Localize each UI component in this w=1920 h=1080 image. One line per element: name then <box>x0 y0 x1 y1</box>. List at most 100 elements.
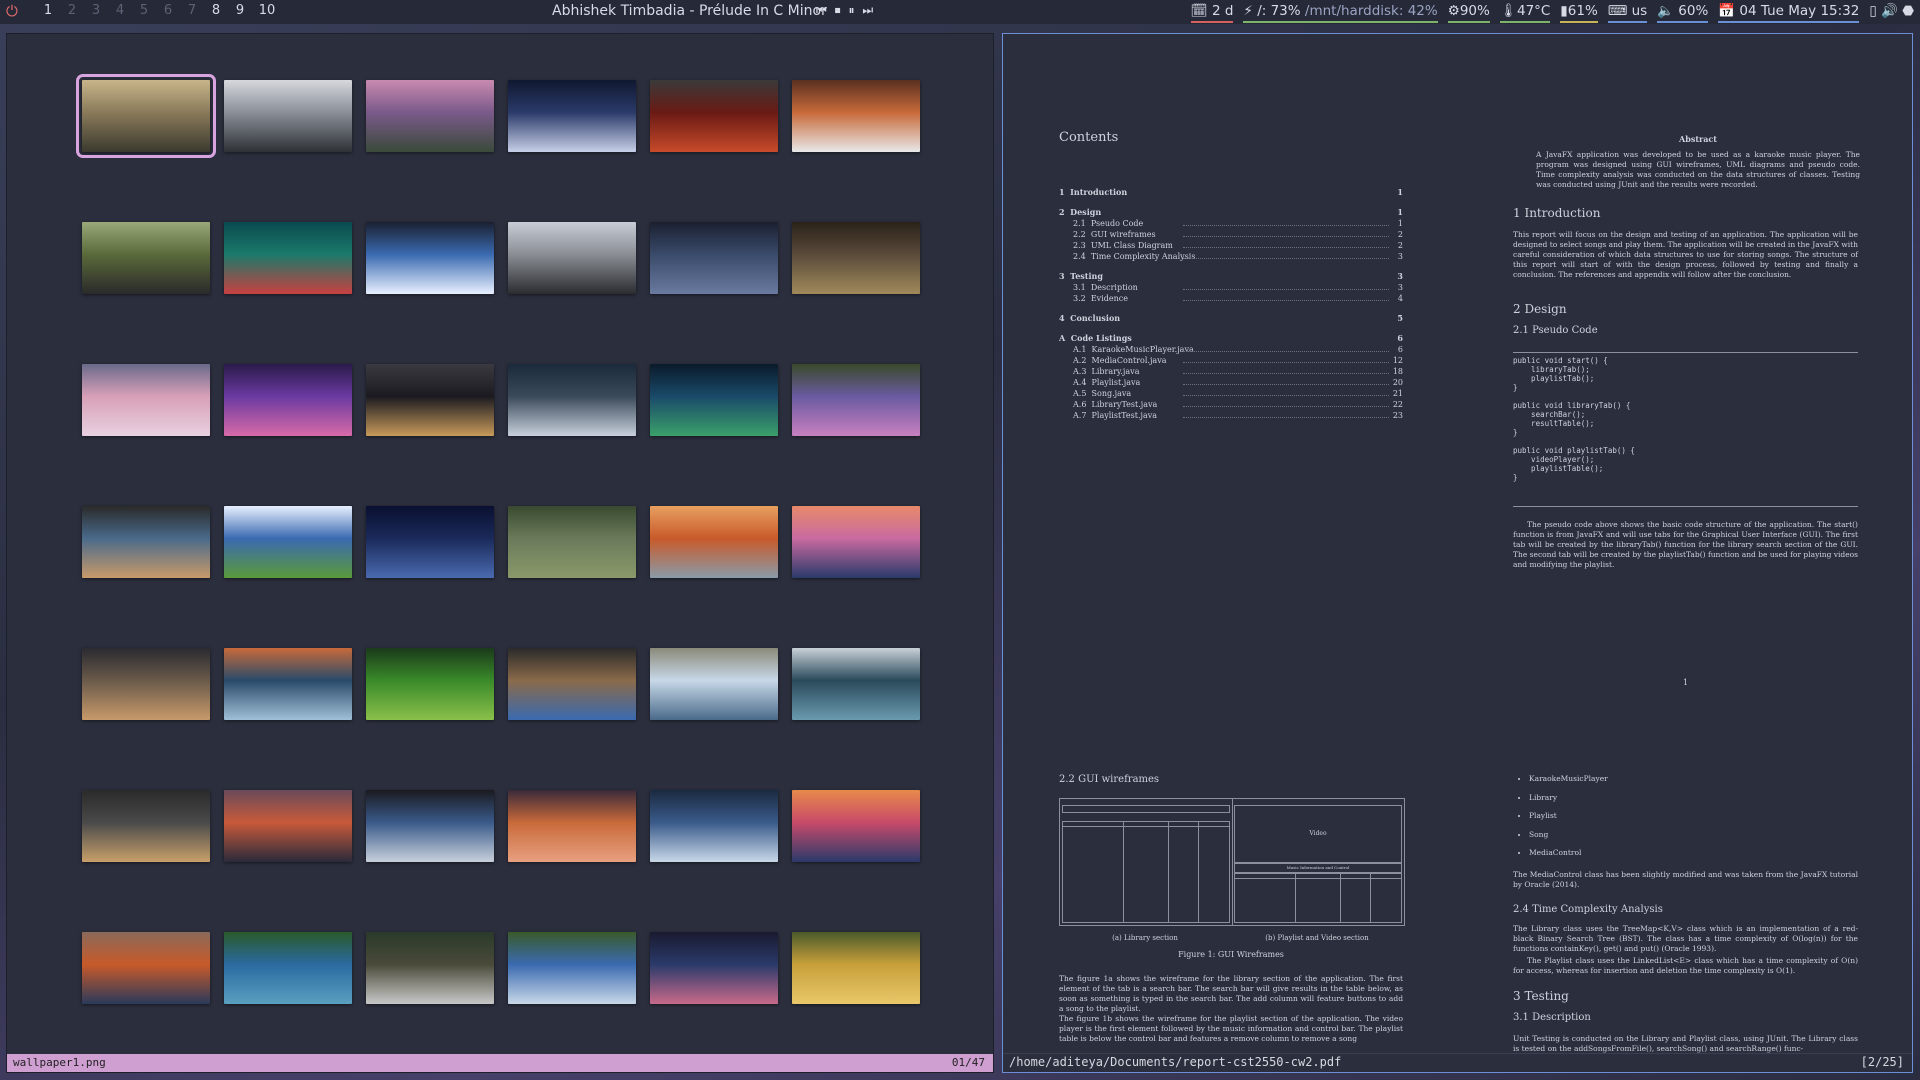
toc-entry[interactable]: A.5 Song.java 21 <box>1073 389 1403 398</box>
class-list-item: Library <box>1529 789 1608 808</box>
wallpaper-thumbnail[interactable] <box>792 364 920 436</box>
wallpaper-thumbnail[interactable] <box>792 790 920 862</box>
previous-track-icon[interactable]: ⏮ <box>816 3 829 17</box>
package-tray-icon[interactable]: ⬣ <box>1902 3 1914 19</box>
toc-page: 5 <box>1397 313 1403 323</box>
volume-tray-icon[interactable]: 🔊 <box>1881 3 1898 19</box>
toc-entry[interactable]: 2.2 GUI wireframes 2 <box>1073 230 1403 239</box>
toc-entry[interactable]: 2 Design 1 <box>1059 207 1403 217</box>
wallpaper-thumbnail[interactable] <box>82 222 210 294</box>
wallpaper-thumbnail[interactable] <box>508 932 636 1004</box>
wallpaper-thumbnail[interactable] <box>508 506 636 578</box>
toc-entry[interactable]: 3.1 Description 3 <box>1073 283 1403 292</box>
wallpaper-thumbnail[interactable] <box>224 80 352 152</box>
wallpaper-thumbnail[interactable] <box>508 222 636 294</box>
wallpaper-thumbnail[interactable] <box>366 932 494 1004</box>
harddisk-value: /mnt/harddisk: 42% <box>1304 3 1438 19</box>
wallpaper-thumbnail[interactable] <box>366 364 494 436</box>
image-viewer-window: wallpaper1.png 01/47 <box>7 34 993 1072</box>
introduction-heading: 1 Introduction <box>1513 206 1601 220</box>
toc-entry[interactable]: 3 Testing 3 <box>1059 271 1403 281</box>
wallpaper-thumbnail[interactable] <box>508 80 636 152</box>
temperature-value: 47°C <box>1516 3 1551 19</box>
wallpaper-thumbnail[interactable] <box>792 648 920 720</box>
wallpaper-thumbnail[interactable] <box>82 790 210 862</box>
toc-entry[interactable]: 4 Conclusion 5 <box>1059 313 1403 323</box>
wallpaper-thumbnail[interactable] <box>508 364 636 436</box>
toc-entry[interactable]: 2.3 UML Class Diagram 2 <box>1073 241 1403 250</box>
workspace-2[interactable]: 2 <box>60 3 84 18</box>
workspace-switcher: 1 2 3 4 5 6 7 8 9 10 <box>36 3 282 18</box>
next-track-icon[interactable]: ⏭ <box>862 3 875 17</box>
toc-entry[interactable]: 3.2 Evidence 4 <box>1073 294 1403 303</box>
toc-page: 23 <box>1392 411 1403 420</box>
toc-entry[interactable]: A.2 MediaControl.java 12 <box>1073 356 1403 365</box>
wallpaper-thumbnail[interactable] <box>792 222 920 294</box>
workspace-1[interactable]: 1 <box>36 3 60 18</box>
workspace-5[interactable]: 5 <box>132 3 156 18</box>
workspace-4[interactable]: 4 <box>108 3 132 18</box>
toc-entry[interactable]: 2.1 Pseudo Code 1 <box>1073 219 1403 228</box>
wallpaper-thumbnail[interactable] <box>82 364 210 436</box>
temperature-module: 🌡47°C <box>1499 3 1551 23</box>
wallpaper-thumbnail[interactable] <box>650 364 778 436</box>
wallpaper-thumbnail[interactable] <box>508 648 636 720</box>
power-icon[interactable]: ⏻ <box>6 2 18 20</box>
pause-icon[interactable]: ⏸ <box>848 3 856 17</box>
wallpaper-thumbnail[interactable] <box>224 790 352 862</box>
wallpaper-thumbnail[interactable] <box>366 80 494 152</box>
toc-entry[interactable]: 1 Introduction 1 <box>1059 187 1403 197</box>
wallpaper-thumbnail[interactable] <box>366 648 494 720</box>
toc-entry[interactable]: A.6 LibraryTest.java 22 <box>1073 400 1403 409</box>
workspace-7[interactable]: 7 <box>180 3 204 18</box>
wallpaper-thumbnail[interactable] <box>650 222 778 294</box>
wallpaper-thumbnail[interactable] <box>650 80 778 152</box>
wallpaper-thumbnail[interactable] <box>224 932 352 1004</box>
toc-entry[interactable]: A.1 KaraokeMusicPlayer.java 6 <box>1073 345 1403 354</box>
workspace-9[interactable]: 9 <box>228 3 252 18</box>
workspace-8[interactable]: 8 <box>204 3 228 18</box>
wallpaper-thumbnail[interactable] <box>792 506 920 578</box>
stop-icon[interactable]: ⏹ <box>835 3 843 17</box>
updates-module[interactable]: 🗓 2 d <box>1190 3 1234 23</box>
wallpaper-thumbnail[interactable] <box>224 506 352 578</box>
toc-page: 6 <box>1397 333 1403 343</box>
wallpaper-thumbnail[interactable] <box>366 222 494 294</box>
wallpaper-thumbnail[interactable] <box>76 74 216 158</box>
wallpaper-thumbnail[interactable] <box>508 790 636 862</box>
class-list-item: MediaControl <box>1529 844 1608 863</box>
wallpaper-thumbnail[interactable] <box>224 364 352 436</box>
toc-entry[interactable]: A.3 Library.java 18 <box>1073 367 1403 376</box>
wallpaper-thumbnail[interactable] <box>792 80 920 152</box>
toc-entry[interactable]: A Code Listings 6 <box>1059 333 1403 343</box>
workspace-10[interactable]: 10 <box>252 3 282 18</box>
toc-number: A.3 <box>1073 367 1087 376</box>
wallpaper-thumbnail[interactable] <box>82 648 210 720</box>
wallpaper-thumbnail[interactable] <box>650 648 778 720</box>
wallpaper-thumbnail[interactable] <box>792 932 920 1004</box>
workspace-6[interactable]: 6 <box>156 3 180 18</box>
pdf-document[interactable]: Contents 1 Introduction 1 2 Design 1 2.1 Pse… <box>1003 34 1912 1054</box>
workspace-3[interactable]: 3 <box>84 3 108 18</box>
wallpaper-thumbnail[interactable] <box>224 222 352 294</box>
wallpaper-thumbnail[interactable] <box>650 932 778 1004</box>
toc-title: Testing <box>1070 271 1103 281</box>
volume-module[interactable]: 🔈 60% <box>1657 3 1709 23</box>
toc-number: A.7 <box>1073 411 1087 420</box>
toc-entry[interactable]: 2.4 Time Complexity Analysis 3 <box>1073 252 1403 261</box>
wallpaper-thumbnail[interactable] <box>366 506 494 578</box>
wallpaper-thumbnail[interactable] <box>650 790 778 862</box>
figure-caption: Figure 1: GUI Wireframes <box>1178 950 1284 959</box>
wallpaper-thumbnail[interactable] <box>82 506 210 578</box>
wallpaper-thumbnail[interactable] <box>366 790 494 862</box>
toc-entry[interactable]: A.7 PlaylistTest.java 23 <box>1073 411 1403 420</box>
wallpaper-thumbnail[interactable] <box>224 648 352 720</box>
keyboard-module[interactable]: ⌨ us <box>1607 3 1648 23</box>
wallpaper-thumbnail[interactable] <box>650 506 778 578</box>
media-control-text: The MediaControl class has been slightly… <box>1513 870 1858 889</box>
clock-module[interactable]: 📅 04 Tue May 15:32 <box>1718 3 1860 23</box>
wallpaper-thumbnail[interactable] <box>82 932 210 1004</box>
now-playing-title[interactable]: Abhishek Timbadia - Prélude In C Minor <box>552 3 827 19</box>
toc-entry[interactable]: A.4 Playlist.java 20 <box>1073 378 1403 387</box>
battery-icon[interactable]: ▯ <box>1869 3 1876 19</box>
